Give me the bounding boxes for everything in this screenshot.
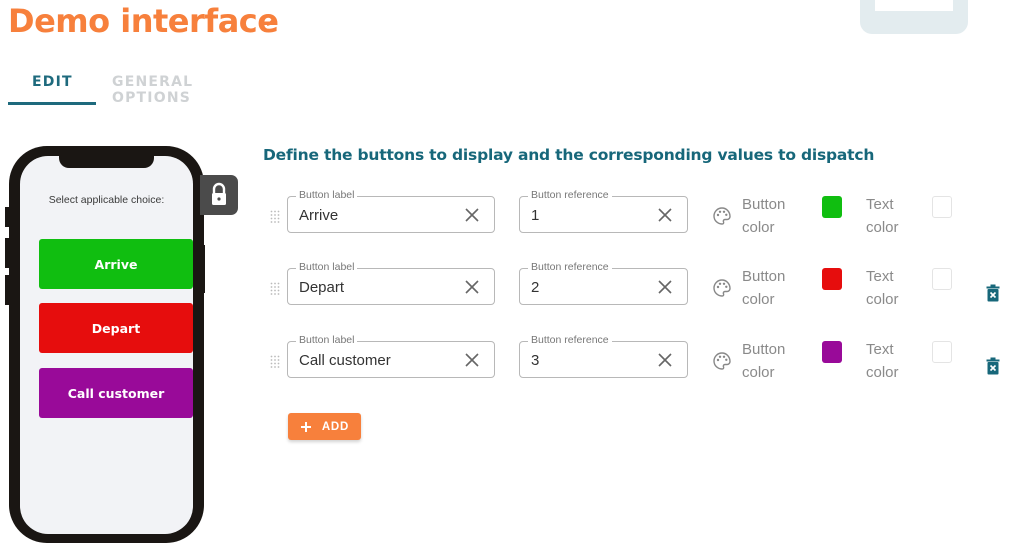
- field-label: Button reference: [528, 189, 612, 201]
- phone-notch: [59, 156, 154, 168]
- button-definition-row: Button label Arrive Button reference 1 B…: [0, 189, 1024, 240]
- drag-handle-icon[interactable]: [270, 210, 280, 224]
- section-heading: Define the buttons to display and the co…: [263, 146, 875, 164]
- button-color-label: Button color: [742, 196, 786, 236]
- button-definition-row: Button label Depart Button reference 2 B…: [0, 261, 1024, 312]
- field-label: Button label: [296, 334, 358, 346]
- button-reference-value: 2: [531, 279, 540, 296]
- button-label-field[interactable]: Button label Depart: [287, 261, 495, 305]
- add-button-label: ADD: [321, 420, 350, 433]
- button-reference-field[interactable]: Button reference 1: [519, 189, 688, 233]
- button-label-value: Arrive: [299, 207, 339, 224]
- palette-icon[interactable]: [712, 278, 732, 298]
- palette-icon[interactable]: [712, 351, 732, 371]
- button-label-field[interactable]: Button label Arrive: [287, 189, 495, 233]
- button-reference-field[interactable]: Button reference 2: [519, 261, 688, 305]
- trash-icon[interactable]: [986, 284, 1000, 302]
- text-color-label: Text color: [866, 196, 899, 236]
- drag-handle-icon[interactable]: [270, 282, 280, 296]
- text-color-label: Text color: [866, 341, 899, 381]
- plus-icon: [300, 421, 311, 432]
- button-reference-value: 3: [531, 352, 540, 369]
- close-icon[interactable]: [657, 352, 673, 368]
- button-color-swatch[interactable]: [822, 196, 842, 218]
- button-color-swatch[interactable]: [822, 268, 842, 290]
- active-tab-indicator: [8, 102, 96, 105]
- text-color-swatch[interactable]: [932, 268, 952, 290]
- close-icon[interactable]: [464, 352, 480, 368]
- text-color-label: Text color: [866, 268, 899, 308]
- close-icon[interactable]: [657, 279, 673, 295]
- button-reference-field[interactable]: Button reference 3: [519, 334, 688, 378]
- close-icon[interactable]: [464, 207, 480, 223]
- pencil-icon[interactable]: [265, 14, 279, 28]
- button-color-label: Button color: [742, 268, 786, 308]
- palette-icon[interactable]: [712, 206, 732, 226]
- trash-icon[interactable]: [986, 357, 1000, 375]
- add-button[interactable]: ADD: [288, 413, 361, 440]
- close-icon[interactable]: [464, 279, 480, 295]
- close-icon[interactable]: [657, 207, 673, 223]
- field-label: Button label: [296, 261, 358, 273]
- text-color-swatch[interactable]: [932, 341, 952, 363]
- drag-handle-icon[interactable]: [270, 355, 280, 369]
- field-label: Button reference: [528, 334, 612, 346]
- field-label: Button reference: [528, 261, 612, 273]
- field-label: Button label: [296, 189, 358, 201]
- button-color-swatch[interactable]: [822, 341, 842, 363]
- text-color-swatch[interactable]: [932, 196, 952, 218]
- preview-thumbnail: [860, 0, 968, 34]
- tab-general-options[interactable]: GENERAL OPTIONS: [112, 74, 193, 106]
- button-color-label: Button color: [742, 341, 786, 381]
- tab-edit[interactable]: EDIT: [32, 74, 73, 90]
- button-label-value: Depart: [299, 279, 345, 296]
- button-definition-row: Button label Call customer Button refere…: [0, 334, 1024, 385]
- button-reference-value: 1: [531, 207, 540, 224]
- page-title: Demo interface: [8, 2, 279, 40]
- button-label-field[interactable]: Button label Call customer: [287, 334, 495, 378]
- button-label-value: Call customer: [299, 352, 391, 369]
